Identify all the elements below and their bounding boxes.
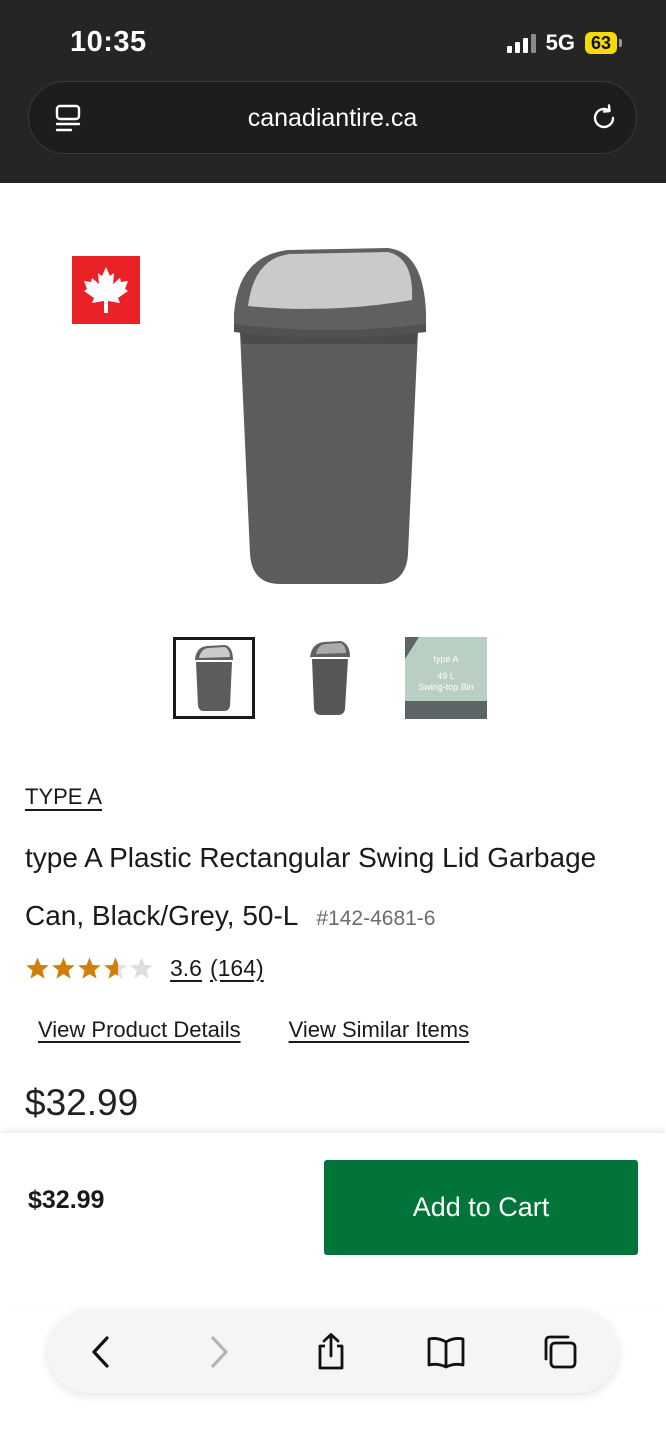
review-count[interactable]: (164) <box>210 955 264 982</box>
product-title-line-1: type A Plastic Rectangular Swing Lid Gar… <box>25 842 597 873</box>
url-text[interactable]: canadiantire.ca <box>29 104 636 133</box>
canadian-product-badge <box>72 256 140 324</box>
product-links: View Product Details View Similar Items <box>38 1017 469 1043</box>
thumbnail-can-angle-image <box>310 641 350 715</box>
add-to-cart-button[interactable]: Add to Cart <box>324 1160 638 1255</box>
bookmarks-book-icon[interactable] <box>426 1332 466 1372</box>
view-product-details-link[interactable]: View Product Details <box>38 1017 241 1043</box>
battery-level: 63 <box>584 32 617 54</box>
star-icon <box>52 957 75 979</box>
rating-stars <box>25 956 154 981</box>
product-title-text: Can, Black/Grey, 50-L <box>25 900 299 931</box>
view-similar-items-link[interactable]: View Similar Items <box>289 1017 470 1043</box>
browser-toolbar <box>48 1311 618 1393</box>
product-price: $32.99 <box>25 1082 139 1123</box>
sticky-cart-bar: $32.99 Add to Cart <box>0 1133 666 1308</box>
star-icon <box>26 957 49 979</box>
brand-link[interactable]: TYPE A <box>25 784 102 810</box>
battery-icon: 63 <box>584 32 622 54</box>
product-title-line-2: Can, Black/Grey, 50-L #142-4681-6 <box>25 898 435 937</box>
forward-chevron-icon[interactable] <box>198 1332 238 1372</box>
product-main-image[interactable] <box>228 244 433 589</box>
cellular-signal-icon <box>506 33 536 53</box>
address-bar[interactable]: canadiantire.ca <box>28 81 637 154</box>
star-icon <box>104 957 127 979</box>
thumbnail-pack-brand: type A <box>433 653 459 664</box>
thumbnail-3[interactable]: type A 49 L Swing-top Bin <box>405 637 487 719</box>
thumbnail-pack-name: Swing-top Bin <box>418 681 474 692</box>
thumbnail-2[interactable] <box>289 637 371 719</box>
thumbnail-pack-size: 49 L <box>437 670 455 681</box>
sticky-price: $32.99 <box>28 1186 105 1214</box>
share-icon[interactable] <box>311 1332 351 1372</box>
thumbnail-can-image <box>195 645 233 711</box>
tabs-icon[interactable] <box>540 1332 580 1372</box>
product-sku: #142-4681-6 <box>316 907 436 930</box>
reload-icon[interactable] <box>588 102 620 134</box>
rating-value[interactable]: 3.6 <box>170 955 202 982</box>
back-chevron-icon[interactable] <box>82 1332 122 1372</box>
status-time: 10:35 <box>70 26 147 58</box>
browser-chrome: 10:35 5G 63 canadiantire.ca <box>0 0 666 183</box>
star-icon <box>78 957 101 979</box>
thumbnail-1[interactable] <box>173 637 255 719</box>
star-icon <box>130 957 153 979</box>
status-indicators: 5G 63 <box>506 30 622 56</box>
network-type: 5G <box>545 30 575 55</box>
product-rating[interactable]: 3.6 (164) <box>25 955 264 982</box>
maple-leaf-icon <box>84 267 128 313</box>
